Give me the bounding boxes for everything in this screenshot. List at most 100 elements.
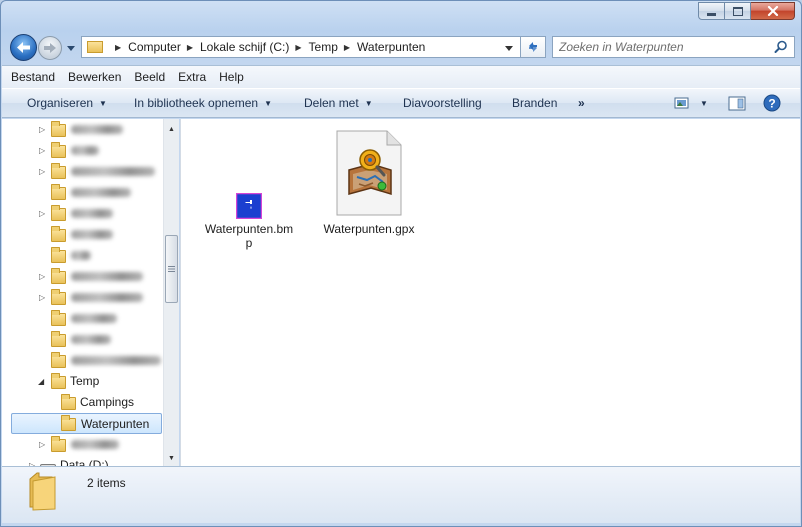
forward-button[interactable] xyxy=(38,36,62,60)
menu-bewerken[interactable]: Bewerken xyxy=(68,70,121,84)
gpx-map-icon xyxy=(336,130,402,216)
folder-icon xyxy=(51,373,66,389)
refresh-button[interactable] xyxy=(521,36,546,58)
share-with-button[interactable]: Delen met ▼ xyxy=(304,96,373,110)
explorer-window: ▶ Computer ▶ Lokale schijf (C:) ▶ Temp ▶… xyxy=(0,0,802,527)
close-icon xyxy=(767,6,778,16)
tree-item-obscured[interactable]: ▷ xyxy=(10,434,163,455)
arrow-right-icon xyxy=(44,43,56,53)
chevron-right-icon[interactable]: ▶ xyxy=(115,43,121,52)
breadcrumb-waterpunten[interactable]: Waterpunten xyxy=(357,40,425,54)
bmp-image-icon xyxy=(236,193,262,219)
file-name-wrap: p xyxy=(245,236,253,250)
tree-item-waterpunten[interactable]: Waterpunten xyxy=(11,413,162,434)
search-box[interactable] xyxy=(552,36,795,58)
folder-icon xyxy=(51,289,66,305)
search-icon[interactable] xyxy=(774,40,788,54)
add-to-library-button[interactable]: In bibliotheek opnemen ▼ xyxy=(134,96,272,110)
tree-item-obscured[interactable]: ▷ xyxy=(10,119,163,140)
obscured-label xyxy=(71,230,113,239)
slideshow-button[interactable]: Diavoorstelling xyxy=(403,96,482,110)
navigation-pane[interactable]: ▷ ▷ ▷ ▷ ▷ ▷ ◢ Temp Campings Waterpunten … xyxy=(10,119,163,466)
tree-item-label: Data (D:) xyxy=(60,458,109,466)
tree-item-temp[interactable]: ◢ Temp xyxy=(10,371,163,392)
expand-icon[interactable]: ▷ xyxy=(39,272,45,281)
search-input[interactable] xyxy=(559,40,759,54)
expand-icon[interactable]: ▷ xyxy=(39,146,45,155)
tree-item-label: Campings xyxy=(80,395,135,409)
preview-pane-icon[interactable] xyxy=(728,96,746,111)
menu-bar: Bestand Bewerken Beeld Extra Help xyxy=(2,65,800,88)
close-button[interactable] xyxy=(751,2,795,20)
tree-item-obscured[interactable] xyxy=(10,224,163,245)
expand-icon[interactable]: ▷ xyxy=(39,209,45,218)
tree-item-obscured[interactable]: ▷ xyxy=(10,287,163,308)
expand-icon[interactable]: ▷ xyxy=(39,440,45,449)
breadcrumb-local-disk[interactable]: Lokale schijf (C:) xyxy=(200,40,289,54)
tree-item-label: Waterpunten xyxy=(81,417,150,431)
tree-item-obscured[interactable] xyxy=(10,350,163,371)
menu-beeld[interactable]: Beeld xyxy=(134,70,165,84)
obscured-label xyxy=(71,251,91,260)
tree-item-data-drive[interactable]: ▷ Data (D:) xyxy=(10,455,163,466)
folder-icon xyxy=(61,394,76,410)
tree-item-obscured[interactable]: ▷ xyxy=(10,161,163,182)
expand-icon[interactable]: ▷ xyxy=(39,167,45,176)
add-to-library-label: In bibliotheek opnemen xyxy=(134,96,259,110)
chevron-right-icon[interactable]: ▶ xyxy=(344,43,350,52)
maximize-button[interactable] xyxy=(725,2,751,20)
svg-text:?: ? xyxy=(768,97,775,111)
view-icon xyxy=(674,97,689,109)
folder-icon xyxy=(51,205,66,221)
tree-item-obscured[interactable]: ▷ xyxy=(10,140,163,161)
folder-icon xyxy=(51,184,66,200)
expand-icon[interactable]: ▷ xyxy=(39,125,45,134)
help-icon[interactable]: ? xyxy=(763,94,781,112)
tree-item-obscured[interactable]: ▷ xyxy=(10,203,163,224)
menu-extra[interactable]: Extra xyxy=(178,70,206,84)
menu-bestand[interactable]: Bestand xyxy=(11,70,55,84)
breadcrumb-computer[interactable]: Computer xyxy=(128,40,181,54)
minimize-icon xyxy=(707,12,716,16)
tree-item-obscured[interactable] xyxy=(10,329,163,350)
chevron-right-icon[interactable]: ▶ xyxy=(187,43,193,52)
scroll-thumb[interactable] xyxy=(165,235,178,303)
organize-button[interactable]: Organiseren ▼ xyxy=(27,96,107,110)
address-dropdown-icon[interactable] xyxy=(504,44,514,52)
tree-item-obscured[interactable] xyxy=(10,308,163,329)
obscured-label xyxy=(71,440,119,449)
file-name: Waterpunten.bm xyxy=(204,222,294,236)
tree-item-obscured[interactable]: ▷ xyxy=(10,266,163,287)
recent-pages-dropdown-icon[interactable] xyxy=(65,43,77,53)
address-bar[interactable]: ▶ Computer ▶ Lokale schijf (C:) ▶ Temp ▶… xyxy=(81,36,521,58)
obscured-label xyxy=(71,272,143,281)
navigation-scrollbar[interactable]: ▲ ▼ xyxy=(163,119,179,466)
file-item-bmp[interactable]: Waterpunten.bm p xyxy=(200,193,298,250)
menu-help[interactable]: Help xyxy=(219,70,244,84)
scroll-down-button[interactable]: ▼ xyxy=(164,450,179,466)
grip-icon xyxy=(168,266,175,272)
tree-item-obscured[interactable] xyxy=(10,245,163,266)
obscured-label xyxy=(71,188,131,197)
folder-icon xyxy=(51,331,66,347)
change-view-button[interactable]: ▼ xyxy=(674,96,708,110)
file-view[interactable]: Waterpunten.bm p Waterpunten.gpx xyxy=(180,119,800,466)
scroll-up-button[interactable]: ▲ xyxy=(164,121,179,137)
burn-button[interactable]: Branden xyxy=(512,96,557,110)
maximize-icon xyxy=(732,6,743,16)
chevron-right-icon[interactable]: ▶ xyxy=(295,43,301,52)
breadcrumb-temp[interactable]: Temp xyxy=(309,40,338,54)
collapse-icon[interactable]: ◢ xyxy=(38,377,44,386)
back-button[interactable] xyxy=(10,34,37,61)
tree-item-obscured[interactable] xyxy=(10,182,163,203)
chevron-down-icon[interactable]: ▼ xyxy=(700,99,708,108)
obscured-label xyxy=(71,146,99,155)
minimize-button[interactable] xyxy=(698,2,725,20)
folder-icon xyxy=(51,121,66,137)
more-commands-button[interactable]: » xyxy=(578,96,585,110)
file-item-gpx[interactable]: Waterpunten.gpx xyxy=(319,130,419,236)
expand-icon[interactable]: ▷ xyxy=(39,293,45,302)
folder-icon xyxy=(61,415,76,431)
tree-item-campings[interactable]: Campings xyxy=(10,392,163,413)
pane-gutter xyxy=(2,119,10,466)
